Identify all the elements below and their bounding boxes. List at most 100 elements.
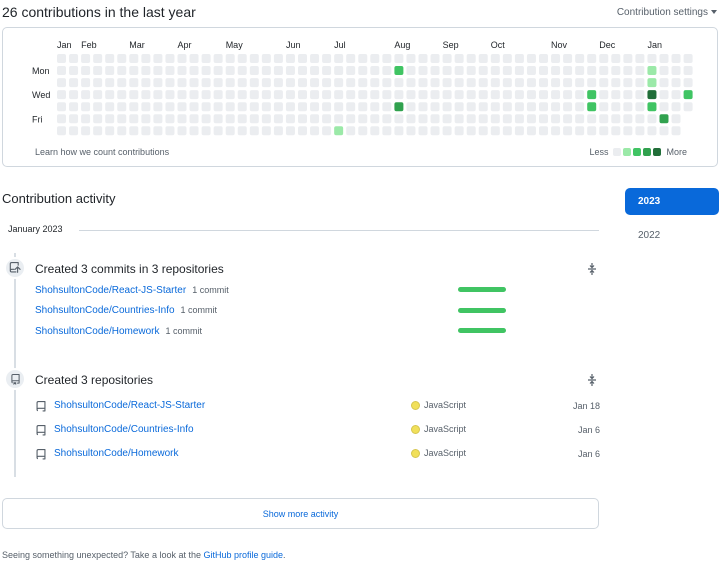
contribution-day-cell[interactable] [659, 102, 669, 112]
contribution-day-cell[interactable] [370, 102, 380, 112]
contribution-day-cell[interactable] [249, 90, 259, 100]
contribution-day-cell[interactable] [201, 78, 211, 88]
contribution-day-cell[interactable] [623, 78, 633, 88]
contribution-day-cell[interactable] [322, 66, 332, 76]
contribution-day-cell[interactable] [129, 54, 139, 63]
contribution-day-cell[interactable] [587, 78, 597, 88]
contribution-day-cell[interactable] [358, 102, 368, 112]
contribution-day-cell[interactable] [659, 114, 669, 124]
contribution-day-cell[interactable] [563, 66, 573, 76]
contribution-day-cell[interactable] [129, 78, 139, 88]
contribution-day-cell[interactable] [551, 126, 561, 136]
contribution-day-cell[interactable] [671, 102, 681, 112]
contribution-day-cell[interactable] [406, 78, 416, 88]
contribution-day-cell[interactable] [502, 90, 512, 100]
contribution-day-cell[interactable] [575, 90, 585, 100]
contribution-day-cell[interactable] [442, 126, 452, 136]
commit-repo-link[interactable]: ShohsultonCode/Countries-Info [35, 305, 175, 316]
contribution-day-cell[interactable] [201, 66, 211, 76]
contribution-day-cell[interactable] [81, 90, 91, 100]
contribution-day-cell[interactable] [478, 78, 488, 88]
contribution-day-cell[interactable] [394, 54, 404, 63]
contribution-day-cell[interactable] [261, 126, 271, 136]
contribution-day-cell[interactable] [599, 126, 609, 136]
contribution-day-cell[interactable] [201, 126, 211, 136]
contribution-day-cell[interactable] [526, 66, 536, 76]
contribution-day-cell[interactable] [526, 126, 536, 136]
contribution-day-cell[interactable] [298, 54, 307, 63]
contribution-day-cell[interactable] [418, 114, 428, 124]
contribution-day-cell[interactable] [141, 78, 151, 88]
contribution-day-cell[interactable] [93, 78, 103, 88]
contribution-day-cell[interactable] [502, 126, 512, 136]
contribution-day-cell[interactable] [285, 66, 295, 76]
contribution-day-cell[interactable] [189, 54, 199, 63]
contribution-day-cell[interactable] [478, 66, 488, 76]
contribution-day-cell[interactable] [153, 66, 163, 76]
contribution-day-cell[interactable] [69, 102, 79, 112]
contribution-day-cell[interactable] [635, 78, 645, 88]
contribution-day-cell[interactable] [237, 102, 247, 112]
contribution-day-cell[interactable] [514, 90, 524, 100]
contribution-day-cell[interactable] [273, 102, 283, 112]
contribution-day-cell[interactable] [177, 102, 187, 112]
contribution-day-cell[interactable] [490, 66, 500, 76]
contribution-day-cell[interactable] [177, 66, 187, 76]
contribution-day-cell[interactable] [141, 126, 151, 136]
contribution-day-cell[interactable] [141, 66, 151, 76]
contribution-day-cell[interactable] [273, 78, 283, 88]
contribution-day-cell[interactable] [382, 114, 392, 124]
contribution-day-cell[interactable] [671, 126, 681, 136]
contribution-day-cell[interactable] [346, 114, 356, 124]
contribution-day-cell[interactable] [189, 78, 199, 88]
contribution-day-cell[interactable] [575, 66, 585, 76]
show-more-activity-button[interactable]: Show more activity [2, 498, 599, 529]
contribution-day-cell[interactable] [683, 102, 693, 112]
contribution-day-cell[interactable] [81, 54, 91, 63]
contribution-day-cell[interactable] [587, 114, 597, 124]
contribution-day-cell[interactable] [647, 78, 657, 88]
contribution-day-cell[interactable] [490, 54, 500, 63]
contribution-day-cell[interactable] [647, 114, 657, 124]
contribution-day-cell[interactable] [647, 90, 657, 100]
contribution-day-cell[interactable] [418, 78, 428, 88]
contribution-day-cell[interactable] [285, 102, 295, 112]
contribution-day-cell[interactable] [57, 78, 66, 88]
contribution-day-cell[interactable] [587, 126, 597, 136]
contribution-day-cell[interactable] [406, 102, 416, 112]
contribution-day-cell[interactable] [177, 114, 187, 124]
year-button-2023[interactable]: 2023 [625, 188, 719, 215]
contribution-day-cell[interactable] [430, 54, 440, 63]
contribution-day-cell[interactable] [466, 102, 476, 112]
contribution-day-cell[interactable] [671, 78, 681, 88]
contribution-day-cell[interactable] [213, 102, 223, 112]
contribution-day-cell[interactable] [117, 102, 127, 112]
contribution-day-cell[interactable] [105, 102, 115, 112]
contribution-day-cell[interactable] [358, 126, 368, 136]
contribution-day-cell[interactable] [153, 90, 163, 100]
contribution-day-cell[interactable] [466, 126, 476, 136]
contribution-day-cell[interactable] [322, 78, 332, 88]
contribution-day-cell[interactable] [285, 90, 295, 100]
contribution-day-cell[interactable] [310, 54, 320, 63]
year-button-2022[interactable]: 2022 [625, 222, 719, 249]
contribution-day-cell[interactable] [310, 78, 320, 88]
contribution-day-cell[interactable] [526, 54, 536, 63]
contribution-day-cell[interactable] [394, 66, 404, 76]
contribution-day-cell[interactable] [129, 102, 139, 112]
contribution-day-cell[interactable] [298, 114, 307, 124]
contribution-day-cell[interactable] [69, 126, 79, 136]
contribution-day-cell[interactable] [225, 54, 235, 63]
contribution-day-cell[interactable] [430, 126, 440, 136]
contribution-day-cell[interactable] [81, 66, 91, 76]
contribution-day-cell[interactable] [298, 102, 307, 112]
contribution-day-cell[interactable] [261, 66, 271, 76]
contribution-day-cell[interactable] [273, 90, 283, 100]
contribution-day-cell[interactable] [406, 66, 416, 76]
contribution-day-cell[interactable] [514, 102, 524, 112]
contribution-day-cell[interactable] [611, 114, 621, 124]
contribution-day-cell[interactable] [213, 66, 223, 76]
contribution-day-cell[interactable] [69, 66, 79, 76]
contribution-day-cell[interactable] [153, 78, 163, 88]
contribution-day-cell[interactable] [117, 78, 127, 88]
